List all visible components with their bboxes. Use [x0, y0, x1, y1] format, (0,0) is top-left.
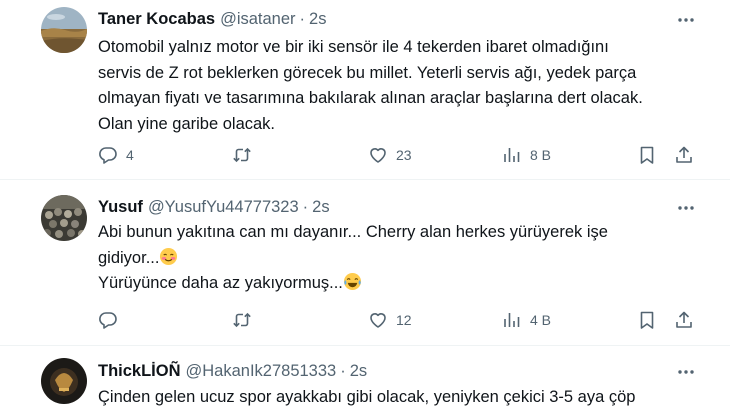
- author-handle[interactable]: @HakanIk27851333: [186, 362, 337, 381]
- retweet-button[interactable]: [232, 144, 260, 166]
- tweet[interactable]: ThickLİOÑ @HakanIk27851333 · 2s Çinden g…: [0, 346, 730, 420]
- views-count: 4 B: [530, 312, 552, 328]
- more-button[interactable]: [676, 10, 696, 30]
- share-icon: [676, 146, 692, 163]
- tweet-text: Otomobil yalnız motor ve bir iki sensör …: [98, 35, 688, 137]
- separator-dot: ·: [299, 9, 306, 28]
- author-name[interactable]: Yusuf: [98, 198, 143, 217]
- tweet-text: Abi bunun yakıtına can mı dayanır... Che…: [98, 220, 688, 297]
- retweet-icon: [233, 312, 251, 328]
- tweet-text-line: Abi bunun yakıtına can mı dayanır... Che…: [98, 223, 608, 241]
- reply-button[interactable]: 4: [98, 144, 134, 166]
- separator-dot: ·: [302, 197, 309, 216]
- action-bar: 12 4 B: [98, 309, 696, 331]
- more-horizontal-icon: [678, 206, 694, 210]
- reply-icon: [99, 147, 117, 164]
- avatar[interactable]: [41, 358, 87, 404]
- views-button[interactable]: 8 B: [502, 144, 551, 166]
- views-count: 8 B: [530, 147, 552, 163]
- like-count: 23: [396, 147, 412, 163]
- bookmark-icon: [640, 311, 654, 329]
- author-name[interactable]: Taner Kocabas: [98, 10, 215, 29]
- share-button[interactable]: [674, 144, 694, 166]
- action-bar: 4 23 8 B: [98, 144, 696, 166]
- tweet-text-line: Yürüyünce daha az yakıyormuş...: [98, 271, 688, 297]
- tweet-text-fragment: gidiyor...: [98, 248, 160, 267]
- bookmark-button[interactable]: [637, 309, 657, 331]
- views-chart-icon: [504, 313, 520, 327]
- timestamp[interactable]: 2s: [312, 198, 329, 217]
- tweet-text: Çinden gelen ucuz spor ayakkabı gibi ola…: [98, 385, 688, 411]
- author-handle[interactable]: @isataner: [220, 10, 295, 29]
- blushing-face-emoji: [160, 247, 178, 265]
- more-button[interactable]: [676, 362, 696, 382]
- more-button[interactable]: [676, 198, 696, 218]
- tweet-text-line: Olan yine garibe olacak.: [98, 114, 276, 133]
- tears-of-joy-emoji: [343, 272, 361, 291]
- avatar[interactable]: [41, 7, 87, 53]
- share-button[interactable]: [674, 309, 694, 331]
- more-horizontal-icon: [678, 370, 694, 374]
- tweet-text-line: servis de Z rot beklerken görecek bu mil…: [98, 63, 637, 82]
- author-handle[interactable]: @YusufYu44777323: [148, 198, 299, 217]
- retweet-button[interactable]: [232, 309, 260, 331]
- tweet-text-line: olmayan fiyatı ve tasarımına bakılarak a…: [98, 89, 643, 107]
- tweet-text-line: gidiyor...: [98, 246, 688, 272]
- tweet-header: ThickLİOÑ @HakanIk27851333 · 2s: [98, 360, 367, 382]
- share-icon: [676, 311, 692, 328]
- tweet-header: Taner Kocabas @isataner · 2s: [98, 8, 326, 30]
- avatar[interactable]: [41, 195, 87, 241]
- reply-icon: [99, 312, 117, 329]
- timestamp[interactable]: 2s: [350, 362, 367, 381]
- reply-button[interactable]: [98, 309, 126, 331]
- separator-dot: ·: [340, 361, 346, 380]
- bookmark-icon: [640, 146, 654, 164]
- tweet-text-line: Otomobil yalnız motor ve bir iki sensör …: [98, 38, 609, 56]
- views-chart-icon: [504, 148, 520, 162]
- tweet-header: Yusuf @YusufYu44777323 · 2s: [98, 196, 330, 218]
- tweet-text-fragment: Yürüyünce daha az yakıyormuş...: [98, 274, 343, 292]
- retweet-icon: [233, 147, 251, 163]
- tweet[interactable]: Yusuf @YusufYu44777323 · 2s Abi bunun ya…: [0, 180, 730, 346]
- like-button[interactable]: 12: [368, 309, 412, 331]
- like-button[interactable]: 23: [368, 144, 412, 166]
- views-button[interactable]: 4 B: [502, 309, 551, 331]
- tweet-text-line: Çinden gelen ucuz spor ayakkabı gibi ola…: [98, 388, 636, 406]
- timestamp[interactable]: 2s: [309, 10, 326, 29]
- bookmark-button[interactable]: [637, 144, 657, 166]
- heart-icon: [370, 148, 386, 163]
- more-horizontal-icon: [678, 18, 694, 22]
- tweet[interactable]: Taner Kocabas @isataner · 2s Otomobil ya…: [0, 0, 730, 180]
- like-count: 12: [396, 312, 412, 328]
- heart-icon: [370, 313, 386, 328]
- reply-count: 4: [126, 147, 134, 163]
- author-name[interactable]: ThickLİOÑ: [98, 362, 181, 381]
